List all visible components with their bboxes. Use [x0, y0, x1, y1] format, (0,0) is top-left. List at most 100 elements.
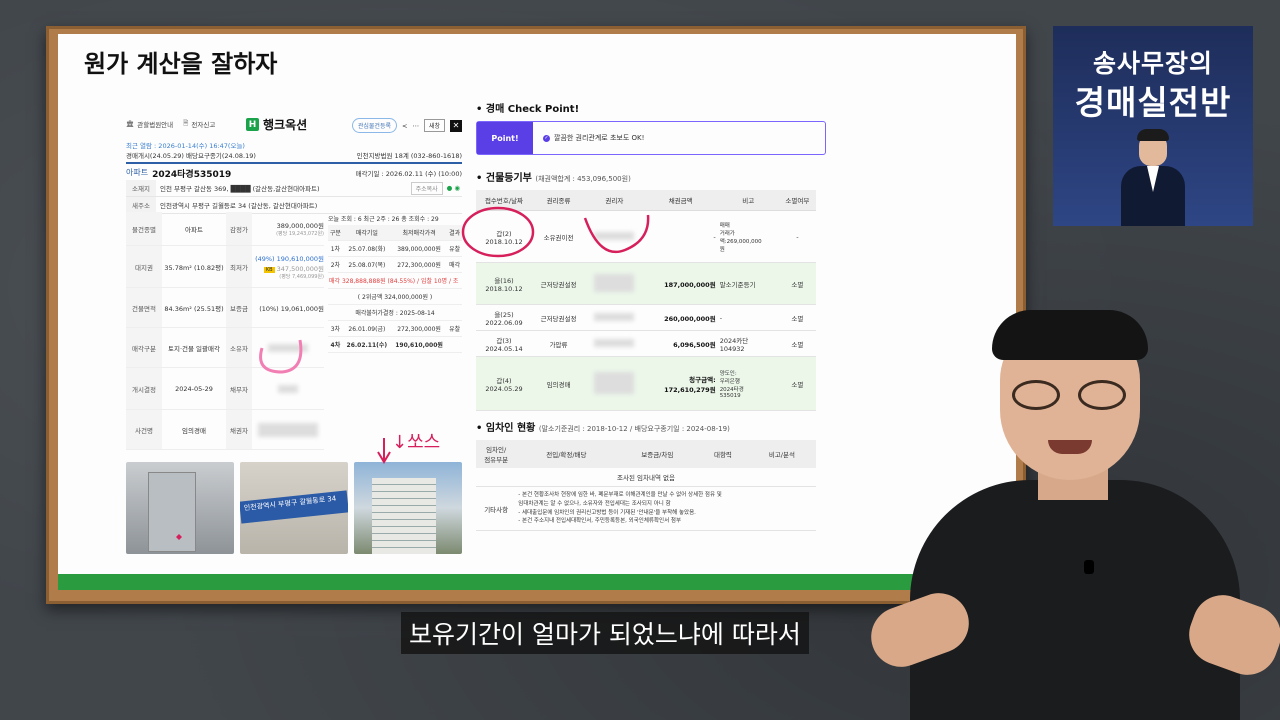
start-value: 2024-05-29	[162, 368, 226, 410]
round-cell: 190,610,000원	[390, 336, 448, 353]
min-price-cell: (49%) 190,610,000원 KB 347,500,000원 (평당 7…	[252, 246, 324, 288]
registry-title: • 건물등기부 (채권액합계 : 453,096,500원)	[476, 173, 631, 184]
map-pin-icon[interactable]: ●	[447, 184, 453, 192]
tenant-col-header: 임차인/ 점유부분	[476, 440, 517, 468]
tenant-title: • 임차인 현황 (말소기준권리 : 2018-10-12 / 배당요구종기일 …	[476, 423, 730, 434]
fail-row: 매각불허가결정 : 2025-08-14	[328, 304, 462, 321]
presenter	[862, 300, 1280, 720]
reg-no: 갑(4)	[496, 376, 512, 385]
logo-text: 행크옥션	[263, 118, 308, 132]
reg-date: 2024.05.14	[485, 344, 523, 353]
values-col-2: 389,000,000원 (평당 19,243,072원) (49%) 190,…	[252, 212, 324, 450]
reg-status: 소멸	[778, 304, 816, 331]
reg-no: 갑(3)	[496, 336, 512, 345]
reg-note: 매매 거래가 액:269,000,000 원	[717, 210, 779, 263]
photo-sign-text: 인천광역시 부평구 갈월동로 34	[240, 490, 348, 524]
reg-kind: 근저당권설정	[532, 304, 586, 331]
reg-date: 2018.10.12	[485, 237, 523, 246]
photo-sign[interactable]: 인천광역시 부평구 갈월동로 34	[240, 462, 348, 554]
reg-holder	[585, 356, 644, 411]
round-cell: 유찰	[447, 240, 462, 257]
reg-status: -	[778, 210, 816, 263]
registry-col-header: 권리종류	[532, 190, 586, 211]
report-link[interactable]: 🗎 전자신고	[183, 119, 215, 130]
map-icon[interactable]: ◉	[454, 184, 460, 192]
creditor-label: 채권자	[226, 410, 252, 450]
debtor-value	[252, 368, 324, 410]
other-row: 기타사항 - 본건 현황조사차 현장에 임한 바, 폐문부재로 이해관계인을 만…	[476, 486, 816, 532]
round-cell: 25.08.07(목)	[342, 256, 391, 273]
appraisal-value: 389,000,000원	[276, 222, 324, 230]
location-value: 인천 부평구 갈산동 369, ████ (갈산동,갈산현대아파트)	[160, 185, 320, 193]
photo-building[interactable]	[354, 462, 462, 554]
other-label: 기타사항	[476, 486, 517, 532]
case-number: 2024타경535019	[152, 170, 232, 180]
location-row: 소재지 인천 부평구 갈산동 369, ████ (갈산동,갈산현대아파트) 주…	[126, 180, 462, 197]
new-address-value: 인천광역시 부평구 길월등로 34 (갈산동, 갈산현대아파트)	[160, 202, 318, 210]
tenant-col-header: 보증금/차임	[616, 440, 699, 468]
creditor-value	[252, 410, 324, 450]
new-window-button[interactable]: 새창	[423, 119, 445, 132]
photo-door[interactable]	[126, 462, 234, 554]
case-label: 사건명	[126, 410, 162, 450]
board-title: 원가 계산을 잘하자	[84, 50, 278, 78]
rounds-table: 구분 매각기일 최저매각가격 결과 1차 25.07.08(화) 389,000…	[328, 225, 462, 353]
auction-detail-panel: 🏛 관할법원안내 🗎 전자신고 H 행크옥션 관심물건등록 < ⋯ 새창 ✕ 최근 …	[126, 110, 462, 560]
thumbnail-line1: 송사무장의	[1092, 49, 1213, 78]
check-point-title: • 경매 Check Point!	[476, 104, 580, 115]
reg-status: 소멸	[778, 262, 816, 305]
reg-holder	[585, 304, 644, 331]
round-cell	[447, 336, 462, 353]
case-header: 아파트 2024타경535019 매각기일 : 2026.02.11 (수) (…	[126, 162, 462, 180]
registry-table: 접수번호/날짜 권리종류 권리자 채권금액 비고 소멸여부 갑(2) 2018.1…	[476, 190, 816, 411]
reg-kind: 가압류	[532, 330, 586, 357]
round-cell: 272,300,000원	[390, 256, 448, 273]
round-cell: 26.02.11(수)	[342, 336, 391, 353]
kb-badge: KB	[263, 267, 275, 273]
labels-col-2: 감정가 최저가 보증금 소유자 채무자 채권자	[226, 212, 252, 450]
reg-amount: 187,000,000원	[643, 262, 718, 305]
channel-thumbnail: 송사무장의 경매실전반	[1053, 26, 1253, 226]
reg-amount: -	[643, 210, 718, 263]
reg-kind: 근저당권설정	[532, 262, 586, 305]
copy-address-button[interactable]: 주소복사	[410, 181, 443, 195]
logo-mark-icon: H	[246, 118, 259, 131]
tenant-subtitle: (말소기준권리 : 2018-10-12 / 배당요구종기일 : 2024-08…	[538, 425, 730, 433]
tenant-empty: 조사된 임차내역 없음	[476, 468, 816, 487]
reg-status: 소멸	[778, 330, 816, 357]
round-row: 1차 25.07.08(화) 389,000,000원 유찰	[328, 240, 462, 257]
auction-rounds: 오늘 조회 : 6 최근 2주 : 26 총 조회수 : 29 구분 매각기일 …	[328, 212, 462, 353]
close-icon[interactable]: ✕	[450, 119, 462, 132]
rounds-col-header: 최저매각가격	[390, 225, 448, 241]
registry-col-header: 비고	[717, 190, 779, 211]
topbar-actions: 관심물건등록 < ⋯ 새창 ✕	[351, 118, 462, 133]
rounds-col-header: 결과	[447, 225, 462, 241]
reg-amount: 260,000,000원	[643, 304, 718, 331]
share-icon[interactable]: <	[402, 122, 407, 130]
appraisal-cell: 389,000,000원 (평당 19,243,072원)	[252, 212, 324, 246]
owner-label: 소유자	[226, 328, 252, 368]
other-note-line: - 본건 주소지내 전입세대확인서, 주민등록등본, 외국인체류확인서 첨부	[518, 518, 682, 525]
reg-amount: 청구금액: 172,610,279원	[643, 356, 718, 411]
rounds-col-header: 구분	[328, 225, 343, 241]
property-photos: 인천광역시 부평구 갈월동로 34	[126, 462, 462, 554]
reg-note: 2024카단 104932	[717, 330, 779, 357]
court-guide-link[interactable]: 🏛 관할법원안내	[126, 119, 173, 129]
more-icon[interactable]: ⋯	[412, 122, 419, 130]
registry-col-header: 채권금액	[643, 190, 718, 211]
sold-info: 매각 328,888,888원 (84.55%) / 입찰 10명 / 조	[328, 272, 462, 289]
interest-button[interactable]: 관심물건등록	[351, 118, 397, 133]
point-tag: Point!	[477, 122, 533, 154]
registry-title-text: 건물등기부	[485, 173, 532, 184]
address-block: 소재지 인천 부평구 갈산동 369, ████ (갈산동,갈산현대아파트) 주…	[126, 180, 462, 214]
appraisal-sub: (평당 19,243,072원)	[276, 231, 324, 237]
reg-note: 말소기준등기	[717, 262, 779, 305]
round-cell: 25.07.08(화)	[342, 240, 391, 257]
reg-no: 을(25)	[494, 310, 514, 319]
reg-kind: 소유권이전	[532, 210, 586, 263]
labels-col-1: 물건종별 대지권 건물면적 매각구분 개시결정 사건명	[126, 212, 162, 450]
view-counts: 오늘 조회 : 6 최근 2주 : 26 총 조회수 : 29	[328, 216, 439, 223]
min-price-label: 최저가	[226, 246, 252, 288]
subtitle-caption: 보유기간이 얼마가 되었느냐에 따라서	[401, 612, 809, 654]
tenant-title-text: 임차인 현황	[485, 423, 536, 434]
